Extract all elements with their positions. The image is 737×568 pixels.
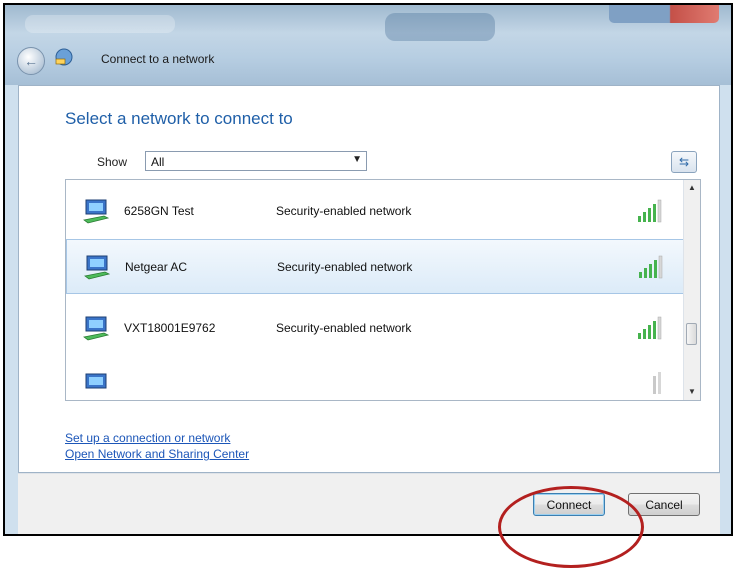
network-icon (55, 48, 73, 66)
network-row[interactable]: VXT18001E9762 Security-enabled network (66, 301, 686, 356)
screenshot-frame: ← Connect to a network Select a network … (3, 3, 733, 536)
dialog-heading: Select a network to connect to (65, 109, 293, 128)
network-name: VXT18001E9762 (124, 321, 216, 335)
network-name: Netgear AC (125, 260, 188, 274)
back-arrow-icon[interactable]: ← (17, 47, 45, 75)
title-bar: ← Connect to a network (5, 5, 731, 85)
signal-strength-icon (653, 372, 661, 394)
list-scrollbar[interactable]: ▲ ▼ (683, 180, 700, 400)
wireless-network-icon (83, 199, 110, 224)
network-row-partial[interactable] (66, 362, 686, 400)
window-controls[interactable] (609, 5, 719, 23)
scroll-down-icon[interactable]: ▼ (684, 384, 700, 400)
wireless-network-icon (83, 316, 110, 341)
annotation-circle (498, 486, 644, 568)
show-filter-value: All (151, 155, 165, 169)
refresh-button[interactable]: ⇆ (671, 151, 697, 173)
network-security: Security-enabled network (276, 321, 412, 335)
network-security: Security-enabled network (276, 204, 412, 218)
title-bar-glass-2 (385, 13, 495, 41)
refresh-icon: ⇆ (678, 155, 690, 169)
title-bar-glass (25, 15, 175, 33)
network-list[interactable]: 6258GN Test Security-enabled network Net… (65, 179, 701, 401)
signal-strength-icon (638, 316, 662, 340)
show-label: Show (97, 155, 128, 169)
signal-strength-icon (639, 255, 663, 279)
wireless-network-icon (84, 255, 111, 280)
network-row[interactable]: 6258GN Test Security-enabled network (66, 184, 686, 239)
network-sharing-center-link[interactable]: Open Network and Sharing Center (65, 447, 249, 461)
network-security: Security-enabled network (277, 260, 413, 274)
setup-connection-link[interactable]: Set up a connection or network (65, 431, 230, 445)
scroll-thumb[interactable] (686, 323, 697, 345)
scroll-up-icon[interactable]: ▲ (684, 180, 700, 196)
signal-strength-icon (638, 199, 662, 223)
window-title: Connect to a network (101, 52, 215, 66)
network-row-selected[interactable]: Netgear AC Security-enabled network (66, 239, 686, 294)
network-name: 6258GN Test (124, 204, 194, 218)
wireless-network-icon (85, 373, 107, 389)
show-filter-select[interactable]: All ▼ (145, 151, 367, 171)
chevron-down-icon: ▼ (352, 154, 362, 165)
content-panel: Select a network to connect to Show All … (18, 85, 720, 473)
